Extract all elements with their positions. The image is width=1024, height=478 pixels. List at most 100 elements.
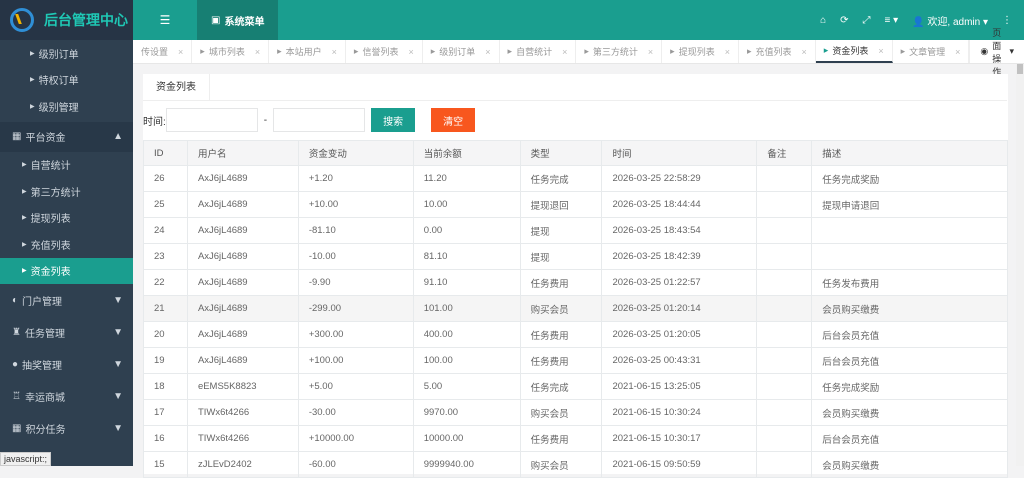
table-cell	[811, 217, 1008, 244]
caret-icon: ▶	[22, 268, 27, 275]
scrollbar[interactable]	[1016, 64, 1024, 466]
system-menu-button[interactable]: ▣ 系统菜单	[197, 0, 279, 40]
tab[interactable]: 传设置 ×	[133, 40, 193, 63]
table-cell: 2026-03-25 18:44:44	[601, 191, 758, 218]
tab[interactable]: ▸ 资金列表 ×	[815, 40, 893, 63]
table-cell: 20	[143, 321, 188, 348]
table-cell: 10.00	[412, 191, 521, 218]
section-icon: ▦	[12, 422, 22, 434]
tab-label: 文章管理	[909, 47, 946, 57]
close-icon[interactable]: ×	[802, 47, 807, 57]
list-menu-icon[interactable]: ≡ ▾	[885, 15, 899, 26]
tab[interactable]: ▸ 自营统计 ×	[500, 40, 577, 63]
table-cell	[756, 269, 813, 296]
home-icon[interactable]: ⌂	[820, 15, 826, 26]
column-header: 备注	[756, 140, 813, 166]
table-cell: -60.00	[297, 451, 414, 478]
tab[interactable]: ▸ 信誉列表 ×	[346, 40, 423, 63]
close-icon[interactable]: ×	[562, 47, 567, 57]
close-icon[interactable]: ×	[178, 47, 183, 57]
table-cell: TIWx6t4266	[186, 425, 299, 452]
close-icon[interactable]: ×	[955, 47, 960, 57]
table-row: 15 zJLEvD2402 -60.00 9999940.00 购买会员 2021-06-…	[143, 451, 1008, 478]
sidebar-section[interactable]: ♜ 任务管理 ▼	[0, 316, 133, 348]
tab-label: 本站用户	[285, 47, 322, 57]
tab-label: 资金列表	[832, 46, 869, 56]
sidebar-item[interactable]: ▶ 级别订单	[0, 40, 133, 67]
sidebar-item[interactable]: ▶ 资金列表	[0, 257, 133, 284]
user-menu[interactable]: 👤 欢迎, admin ▾	[912, 13, 988, 28]
end-time-input[interactable]	[273, 108, 366, 132]
table-cell: 16	[143, 425, 188, 452]
table-cell: 任务完成奖励	[811, 373, 1008, 400]
content-tab[interactable]: 资金列表	[143, 74, 210, 101]
table-cell: 后台会员充值	[811, 321, 1008, 348]
table-cell: 任务费用	[519, 321, 603, 348]
table-cell: 24	[143, 217, 188, 244]
fullscreen-icon[interactable]: ⤢	[863, 15, 871, 26]
table-cell: +300.00	[297, 321, 414, 348]
sidebar-item[interactable]: ▶ 级别管理	[0, 93, 133, 120]
start-time-input[interactable]	[165, 108, 258, 132]
section-label: 任务管理	[24, 328, 65, 340]
close-icon[interactable]: ×	[332, 47, 337, 57]
tab[interactable]: ▸ 级别订单 ×	[423, 40, 500, 63]
sidebar-item-label: 级别管理	[38, 102, 79, 114]
table-cell: +5.00	[297, 373, 414, 400]
table-cell: 81.10	[412, 243, 521, 270]
sidebar-item[interactable]: ▶ 第三方统计	[0, 178, 133, 205]
tab[interactable]: ▸ 充值列表 ×	[739, 40, 816, 63]
page-operations-button[interactable]: ◉ 页面操作 ▾	[969, 28, 1024, 77]
sidebar-item[interactable]: ▶ 充值列表	[0, 231, 133, 258]
table-cell	[756, 295, 813, 322]
table-cell: AxJ6jL4689	[186, 191, 299, 218]
table-cell: 2026-03-25 18:42:39	[601, 243, 758, 270]
close-icon[interactable]: ×	[408, 47, 413, 57]
table-cell: AxJ6jL4689	[186, 347, 299, 374]
table-cell: 23	[143, 243, 188, 270]
table-cell	[756, 165, 813, 192]
section-label: 平台资金	[25, 133, 66, 144]
tab[interactable]: ▸ 城市列表 ×	[192, 40, 270, 63]
table-cell: 2021-06-15 10:30:24	[601, 399, 758, 426]
sidebar-section[interactable]: ▦ 积分任务 ▼	[0, 412, 133, 444]
sidebar-item[interactable]: ▶ 提现列表	[0, 205, 133, 232]
tab-label: 城市列表	[208, 47, 245, 57]
tab[interactable]: ▸ 第三方统计 ×	[576, 40, 663, 63]
table-cell: -9.90	[297, 269, 414, 296]
close-icon[interactable]: ×	[255, 47, 260, 57]
time-label: 时间:	[143, 116, 166, 128]
close-icon[interactable]: ×	[648, 47, 653, 57]
sidebar-section[interactable]: ♖ 幸运商城 ▼	[0, 380, 133, 412]
more-icon[interactable]: ⋮	[1002, 15, 1012, 26]
table-cell: AxJ6jL4689	[186, 243, 299, 270]
table-cell: 18	[143, 373, 188, 400]
close-icon[interactable]: ×	[485, 47, 490, 57]
close-icon[interactable]: ×	[725, 47, 730, 57]
tab[interactable]: ▸ 本站用户 ×	[269, 40, 346, 63]
caret-icon: ▸	[277, 46, 282, 56]
close-icon[interactable]: ×	[878, 46, 883, 56]
chevron-down-icon: ▼	[113, 326, 123, 338]
table-cell: -30.00	[297, 399, 414, 426]
table-cell: 5.00	[412, 373, 521, 400]
refresh-icon[interactable]: ⟳	[840, 15, 848, 26]
logo: 后台管理中心	[0, 0, 133, 40]
clear-button[interactable]: 清空	[431, 108, 476, 132]
chevron-down-icon: ▼	[113, 358, 123, 370]
tab[interactable]: ▸ 文章管理 ×	[893, 40, 970, 63]
table-cell: 任务费用	[519, 347, 603, 374]
table-cell	[756, 373, 813, 400]
table-cell	[756, 451, 813, 478]
sidebar-section[interactable]: ◐ 门户管理 ▼	[0, 284, 133, 316]
table-cell: 后台会员充值	[811, 425, 1008, 452]
table-cell	[756, 425, 813, 452]
tab[interactable]: ▸ 提现列表 ×	[662, 40, 739, 63]
sidebar-item[interactable]: ▶ 自营统计	[0, 152, 133, 179]
table-cell: 9999940.00	[412, 451, 521, 478]
sidebar-item[interactable]: ▶ 特权订单	[0, 67, 133, 94]
menu-toggle-icon[interactable]: ☰	[133, 13, 197, 27]
sidebar-section[interactable]: ● 抽奖管理 ▼	[0, 348, 133, 380]
sidebar-section-platform-funds[interactable]: ▦ 平台资金 ▲	[0, 121, 133, 152]
search-button[interactable]: 搜索	[371, 108, 416, 132]
